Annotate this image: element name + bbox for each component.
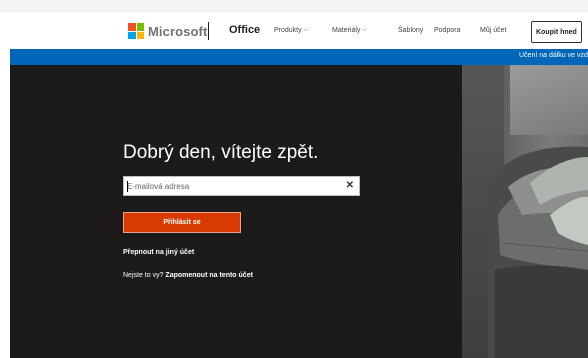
- microsoft-logo-icon: [128, 23, 144, 39]
- announcement-banner[interactable]: Učení na dálku ve vzd: [10, 49, 588, 65]
- chevron-down-icon: ⌵: [362, 27, 367, 33]
- browser-top-strip: [0, 0, 588, 13]
- nav-label: Podpora: [434, 27, 461, 34]
- forget-account-line: Nejste to vy? Zapomenout na tento účet: [123, 272, 253, 279]
- nav-muj-ucet[interactable]: Můj účet: [480, 27, 506, 34]
- nav-label: Šablony: [398, 27, 424, 34]
- site-header: Microsoft Office Produkty ⌵ Materiály ⌵ …: [0, 13, 588, 49]
- nav-label: Produkty: [274, 27, 302, 34]
- sign-in-button[interactable]: Přihlásit se: [123, 212, 241, 233]
- hero-section: Dobrý den, vítejte zpět. ✕ Přihlásit se …: [10, 65, 588, 358]
- text-cursor: [127, 181, 128, 192]
- microsoft-logo[interactable]: Microsoft: [128, 23, 207, 39]
- banner-text: Učení na dálku ve vzd: [519, 52, 588, 59]
- email-input[interactable]: [127, 177, 337, 195]
- nav-produkty[interactable]: Produkty ⌵: [274, 27, 308, 34]
- sofa-illustration: [488, 146, 588, 358]
- office-brand-link[interactable]: Office: [229, 24, 260, 36]
- logo-text: Microsoft: [148, 23, 208, 39]
- nav-sablony[interactable]: Šablony: [398, 27, 423, 34]
- not-you-text: Nejste to vy?: [123, 272, 166, 279]
- close-icon[interactable]: ✕: [346, 180, 354, 191]
- buy-now-button[interactable]: Koupit hned: [531, 21, 582, 43]
- email-field[interactable]: ✕: [123, 176, 360, 196]
- chevron-down-icon: ⌵: [303, 27, 309, 33]
- nav-podpora[interactable]: Podpora: [434, 27, 460, 34]
- forget-account-link[interactable]: Zapomenout na tento účet: [165, 272, 253, 279]
- header-divider: [208, 22, 209, 40]
- nav-materialy[interactable]: Materiály ⌵: [332, 27, 367, 34]
- nav-label: Materiály: [332, 27, 361, 34]
- welcome-heading: Dobrý den, vítejte zpět.: [123, 142, 319, 163]
- nav-label: Můj účet: [480, 27, 507, 34]
- switch-account-link[interactable]: Přepnout na jiný účet: [123, 249, 194, 256]
